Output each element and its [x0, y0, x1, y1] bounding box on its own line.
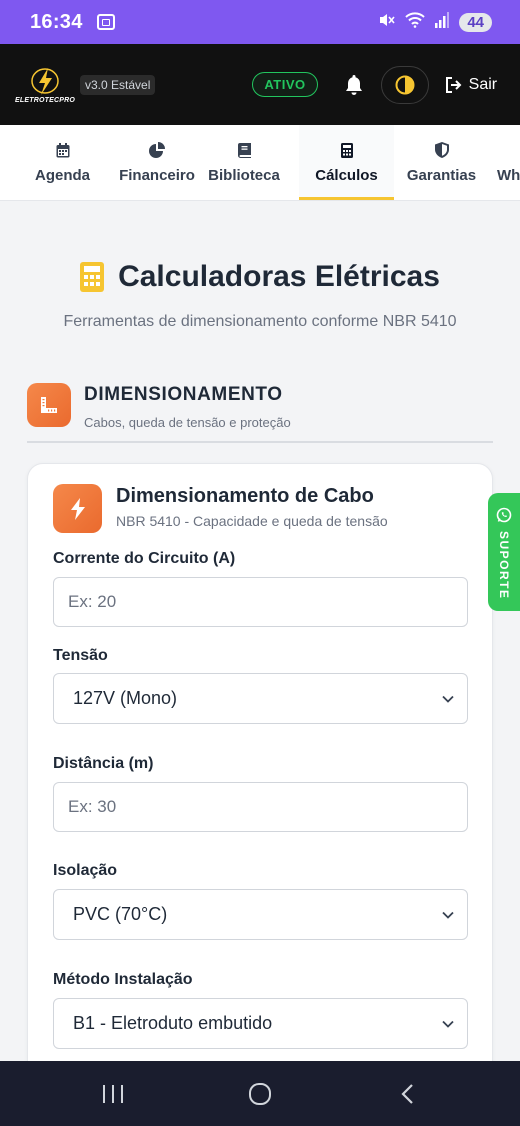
sign-out-icon — [445, 76, 462, 93]
card-title: Dimensionamento de Cabo — [116, 485, 374, 507]
card-subtitle: NBR 5410 - Capacidade e queda de tensão — [116, 513, 388, 529]
page-header: Calculadoras Elétricas Ferramentas de di… — [0, 260, 520, 331]
tab-label: Biblioteca — [208, 167, 280, 184]
tab-label: Financeiro — [119, 167, 195, 184]
system-nav-bar — [0, 1061, 520, 1126]
isolacao-label: Isolação — [53, 862, 118, 879]
cable-sizing-card: Dimensionamento de Cabo NBR 5410 - Capac… — [27, 463, 493, 1103]
recent-apps-button[interactable] — [88, 1074, 138, 1114]
mute-icon — [377, 11, 395, 34]
tab-financeiro[interactable]: Financeiro — [119, 125, 195, 200]
distancia-input[interactable] — [53, 782, 468, 832]
tab-wh[interactable]: Wh — [489, 125, 520, 200]
status-icons: 44 — [377, 11, 492, 34]
home-icon — [248, 1082, 271, 1105]
support-label: SUPORTE — [497, 531, 511, 600]
tab-label: Agenda — [34, 167, 90, 184]
wifi-icon — [405, 11, 426, 33]
corrente-input[interactable] — [53, 577, 468, 627]
book-icon — [237, 142, 251, 158]
home-button[interactable] — [235, 1074, 285, 1114]
bolt-icon — [53, 484, 102, 533]
calculator-icon — [340, 142, 353, 158]
shield-icon — [434, 142, 449, 158]
whatsapp-icon — [496, 507, 512, 523]
app-header: ELETROTECPRO v3.0 Estável ATIVO Sair — [0, 44, 520, 125]
page-title-text: Calculadoras Elétricas — [118, 260, 440, 293]
status-badge: ATIVO — [252, 72, 318, 97]
tensao-selected: 127V (Mono) — [73, 688, 178, 708]
tensao-select[interactable]: 127V (Mono) — [53, 673, 468, 724]
battery-indicator: 44 — [459, 12, 492, 32]
tab-biblioteca[interactable]: Biblioteca — [189, 125, 299, 200]
pie-chart-icon — [149, 142, 165, 158]
tab-agenda[interactable]: Agenda — [0, 125, 125, 200]
back-button[interactable] — [382, 1074, 432, 1114]
metodo-select[interactable]: B1 - Eletroduto embutido — [53, 998, 468, 1049]
tensao-label: Tensão — [53, 647, 108, 664]
signal-icon — [435, 11, 450, 33]
tab-label: Cálculos — [315, 167, 378, 184]
chevron-down-icon — [442, 911, 454, 919]
screen-cast-icon — [96, 14, 115, 30]
chevron-down-icon — [442, 1020, 454, 1028]
support-button[interactable]: SUPORTE — [488, 493, 520, 611]
logo-text: ELETROTECPRO — [15, 96, 75, 104]
status-bar: 16:34 44 — [0, 0, 520, 44]
tab-label: Garantias — [406, 167, 477, 184]
app-logo[interactable]: ELETROTECPRO — [15, 63, 75, 107]
isolacao-selected: PVC (70°C) — [73, 904, 168, 924]
isolacao-select[interactable]: PVC (70°C) — [53, 889, 468, 940]
metodo-label: Método Instalação — [53, 971, 193, 988]
chevron-down-icon — [442, 695, 454, 703]
calculator-icon — [80, 262, 105, 292]
recent-apps-icon — [103, 1084, 124, 1103]
metodo-selected: B1 - Eletroduto embutido — [73, 1013, 273, 1033]
main-tabs: Agenda Financeiro Biblioteca Cálculos Ga… — [0, 125, 520, 201]
section-dimensionamento: DIMENSIONAMENTO Cabos, queda de tensão e… — [27, 383, 493, 443]
tab-garantias[interactable]: Garantias — [394, 125, 489, 200]
tab-label: Wh — [497, 167, 520, 184]
logout-label: Sair — [468, 75, 498, 93]
calendar-icon — [56, 142, 70, 158]
version-badge: v3.0 Estável — [80, 74, 156, 95]
section-subtitle: Cabos, queda de tensão e proteção — [84, 415, 291, 430]
notification-bell-icon[interactable] — [343, 74, 365, 96]
section-title: DIMENSIONAMENTO — [84, 384, 283, 405]
page-subtitle: Ferramentas de dimensionamento conforme … — [63, 313, 457, 330]
tab-calculos[interactable]: Cálculos — [299, 125, 394, 200]
logout-button[interactable]: Sair — [445, 76, 497, 94]
page-title: Calculadoras Elétricas — [80, 260, 440, 294]
distancia-label: Distância (m) — [53, 755, 154, 772]
status-time: 16:34 — [30, 10, 83, 33]
corrente-label: Corrente do Circuito (A) — [53, 550, 236, 567]
theme-toggle-button[interactable] — [380, 65, 429, 104]
lightning-logo-icon — [31, 67, 59, 95]
ruler-combined-icon — [27, 383, 71, 427]
back-icon — [401, 1083, 413, 1104]
contrast-icon — [395, 75, 415, 94]
